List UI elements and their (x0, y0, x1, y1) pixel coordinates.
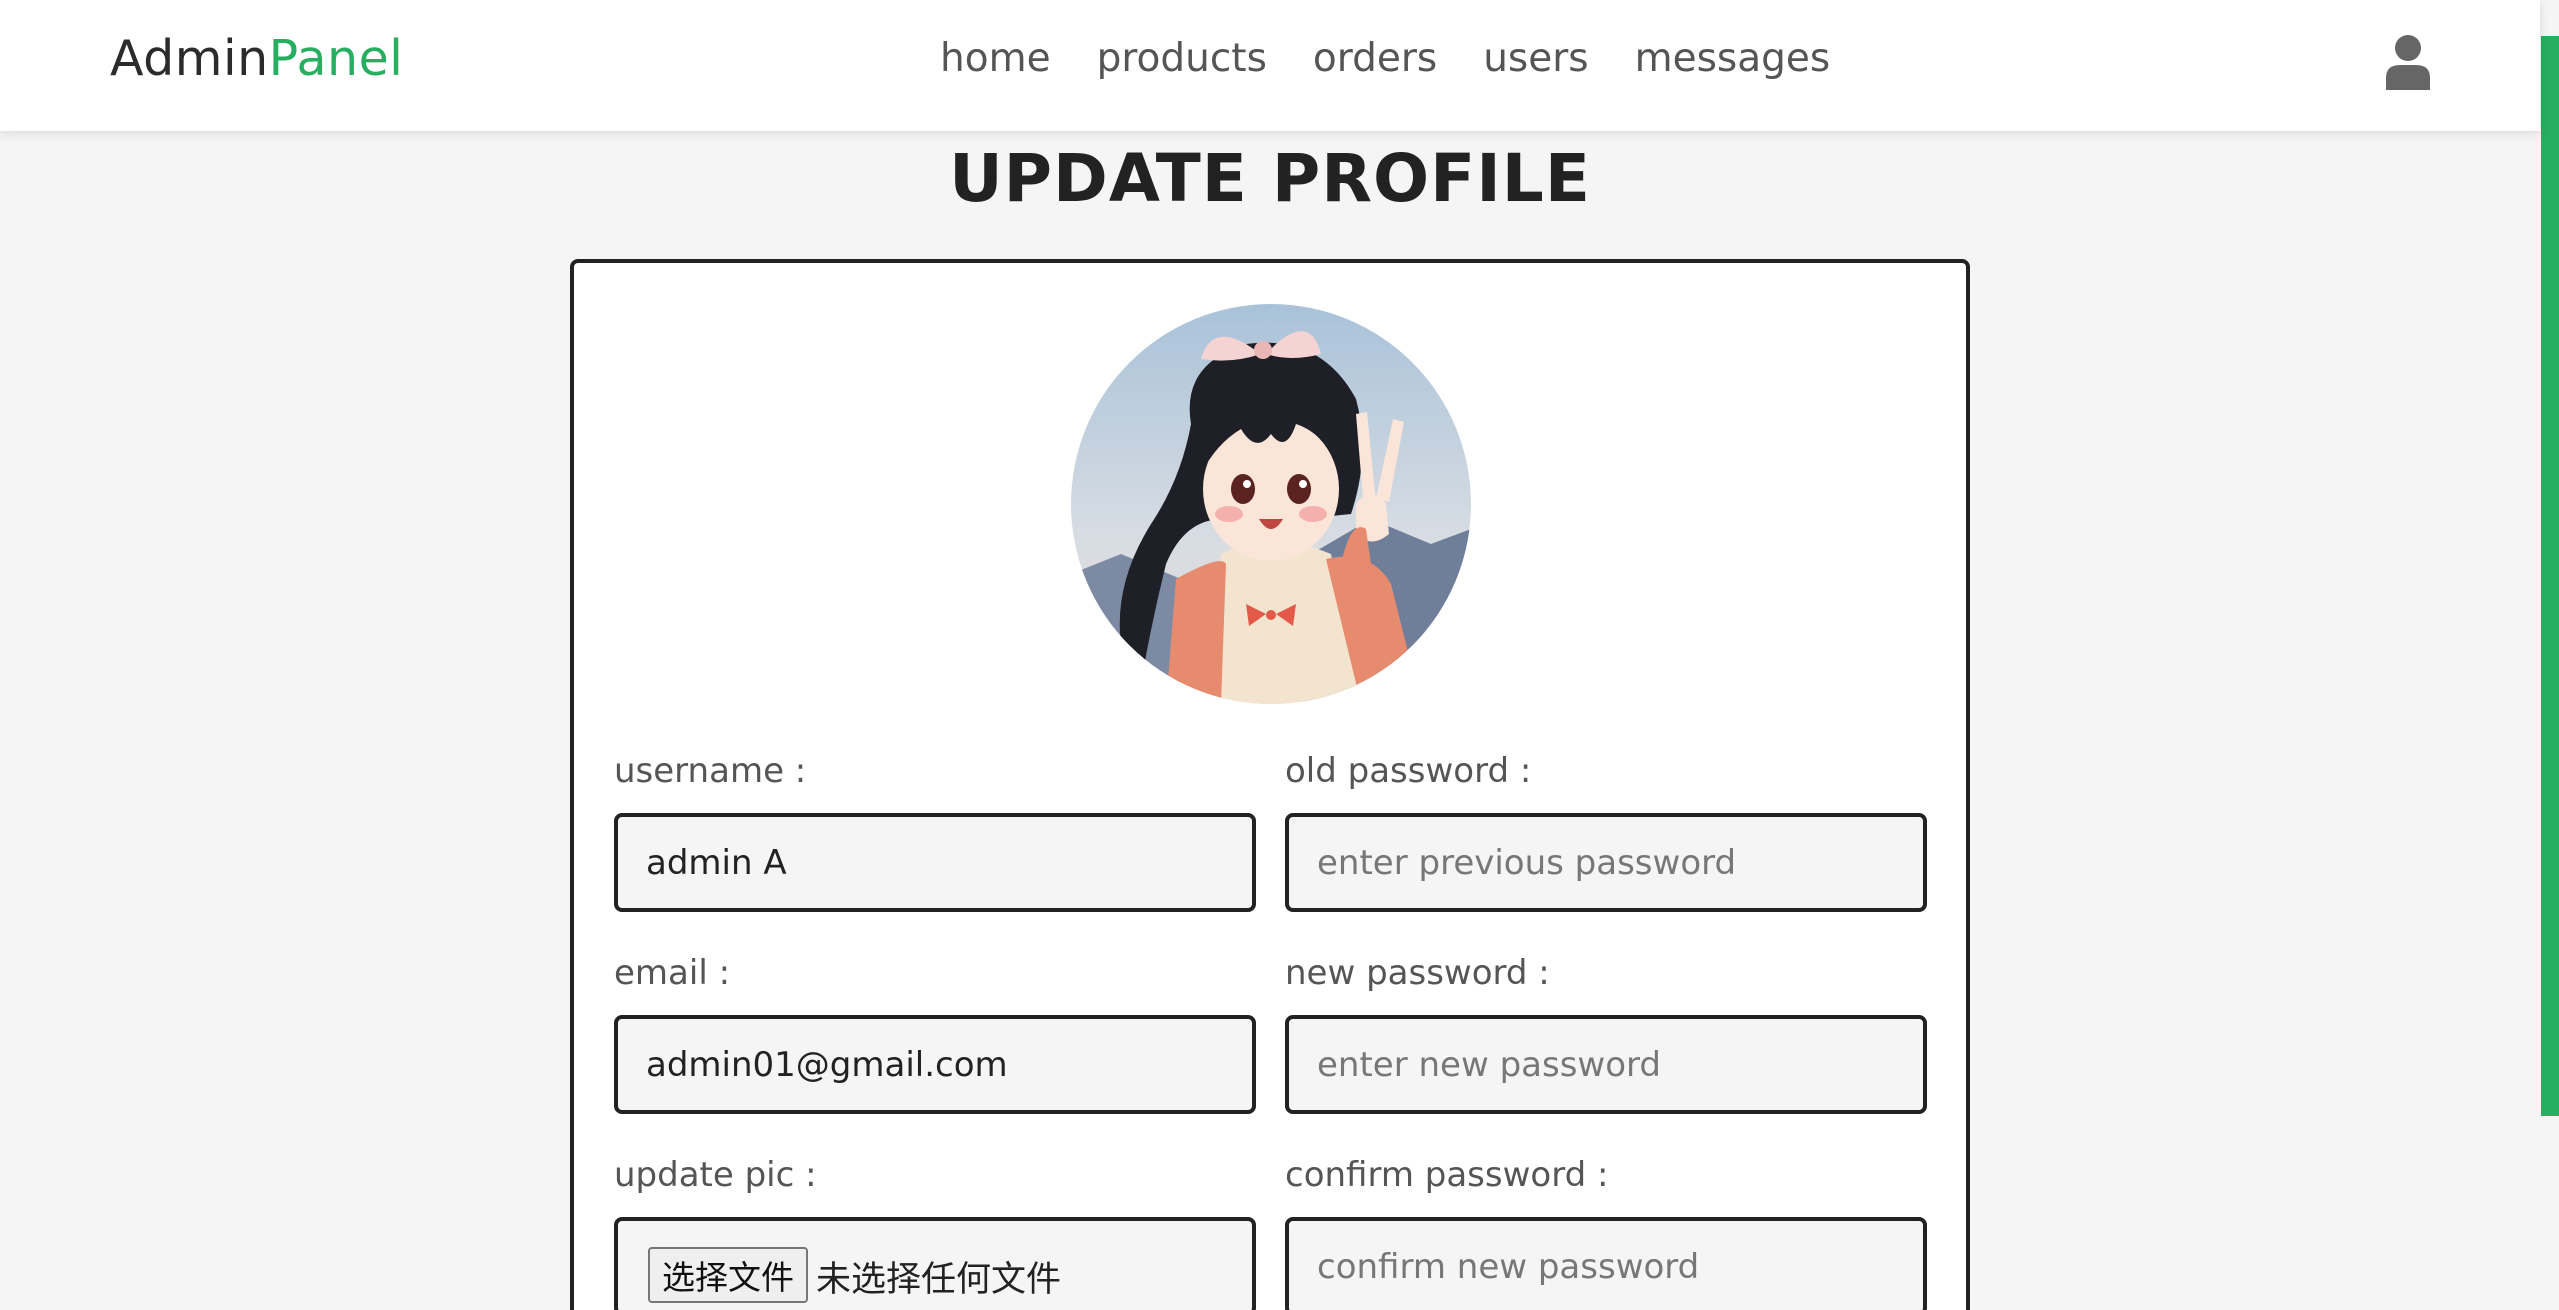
new-password-input[interactable] (1285, 1015, 1927, 1114)
update-pic-file-input[interactable]: 选择文件 未选择任何文件 (614, 1217, 1256, 1310)
confirm-password-input[interactable] (1285, 1217, 1927, 1310)
nav-products[interactable]: products (1097, 36, 1267, 81)
profile-avatar-image (1071, 304, 1471, 704)
nav-home[interactable]: home (940, 36, 1051, 81)
scrollbar-thumb[interactable] (2541, 36, 2559, 1116)
logo-main-text: Admin (110, 30, 269, 87)
username-label: username : (614, 751, 807, 791)
nav-users[interactable]: users (1483, 36, 1588, 81)
old-password-input[interactable] (1285, 813, 1927, 912)
email-label: email : (614, 953, 731, 993)
user-icon[interactable] (2384, 34, 2432, 90)
choose-file-button[interactable]: 选择文件 (648, 1247, 808, 1303)
top-header: AdminPanel home products orders users me… (0, 0, 2540, 131)
username-input[interactable] (614, 813, 1256, 912)
nav-messages[interactable]: messages (1635, 36, 1831, 81)
admin-panel-logo[interactable]: AdminPanel (110, 30, 403, 87)
page-title: UPDATE PROFILE (949, 140, 1591, 217)
update-pic-label: update pic : (614, 1155, 817, 1195)
main-nav: home products orders users messages (940, 36, 1830, 81)
file-status-text: 未选择任何文件 (816, 1260, 1062, 1300)
update-profile-form: username : email : update pic : 选择文件 未选择… (570, 259, 1970, 1310)
old-password-label: old password : (1285, 751, 1532, 791)
logo-accent-text: Panel (268, 30, 404, 87)
confirm-password-label: confirm password : (1285, 1155, 1609, 1195)
email-input[interactable] (614, 1015, 1256, 1114)
nav-orders[interactable]: orders (1313, 36, 1437, 81)
new-password-label: new password : (1285, 953, 1550, 993)
